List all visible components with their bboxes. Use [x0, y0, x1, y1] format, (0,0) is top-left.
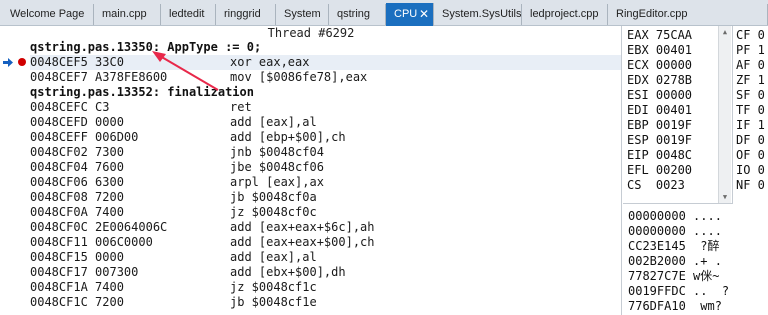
- flag-if[interactable]: IF 1: [736, 118, 765, 132]
- register-esi[interactable]: ESI 00000: [627, 88, 692, 102]
- flag-af[interactable]: AF 0: [736, 58, 765, 72]
- stack-row[interactable]: 0019FFDC .. ?: [628, 284, 729, 299]
- tab-cpu[interactable]: CPU ✕: [386, 3, 434, 26]
- annotation-arrow: [152, 51, 219, 91]
- register-ebp[interactable]: EBP 0019F: [627, 118, 692, 132]
- tab-qstring[interactable]: qstring: [329, 4, 386, 25]
- stack-row[interactable]: 776DFA10 wm?: [628, 299, 722, 314]
- register-cs[interactable]: CS 0023: [627, 178, 685, 192]
- editor-tab-bar: Welcome Page main.cpp ledtedit ringgrid …: [0, 0, 768, 26]
- tab-welcome-page[interactable]: Welcome Page: [2, 4, 94, 25]
- register-edi[interactable]: EDI 00401: [627, 103, 692, 117]
- tab-label: System.SysUtils: [442, 8, 522, 20]
- scroll-up-icon[interactable]: ▲: [719, 26, 731, 38]
- tab-ledtedit[interactable]: ledtedit: [161, 4, 216, 25]
- tab-label: qstring: [337, 8, 371, 20]
- register-ebx[interactable]: EBX 00401: [627, 43, 692, 57]
- tab-ledproject-cpp[interactable]: ledproject.cpp: [522, 4, 608, 25]
- stack-row[interactable]: 002B2000 .+ .: [628, 254, 722, 269]
- flag-cf[interactable]: CF 0: [736, 28, 765, 42]
- scroll-down-icon[interactable]: ▼: [719, 191, 731, 203]
- tab-system-sysutils[interactable]: System.SysUtils: [434, 4, 522, 25]
- flag-tf[interactable]: TF 0: [736, 103, 765, 117]
- tab-label: ringgrid: [224, 8, 261, 20]
- stack-row[interactable]: 00000000 ....: [628, 224, 722, 239]
- tab-label: System: [284, 8, 321, 20]
- flag-nf[interactable]: NF 0: [736, 178, 765, 192]
- tab-system[interactable]: System: [276, 4, 329, 25]
- stack-row[interactable]: 00000000 ....: [628, 209, 722, 224]
- registers-scrollbar[interactable]: ▲ ▼: [718, 26, 731, 203]
- disassembly-pane[interactable]: Thread #6292 qstring.pas.13350: AppType …: [0, 26, 622, 315]
- flag-sf[interactable]: SF 0: [736, 88, 765, 102]
- flag-io[interactable]: IO 0: [736, 163, 765, 177]
- stack-pane[interactable]: 00000000 .... 00000000 .... CC23E145 ?醉 …: [623, 205, 768, 315]
- flag-df[interactable]: DF 0: [736, 133, 765, 147]
- flags-pane[interactable]: CF 0 PF 1 AF 0 ZF 1 SF 0 TF 0 IF 1 DF 0 …: [732, 26, 768, 204]
- tab-label: ledtedit: [169, 8, 205, 20]
- register-efl[interactable]: EFL 00200: [627, 163, 692, 177]
- flag-zf[interactable]: ZF 1: [736, 73, 765, 87]
- tab-label: ledproject.cpp: [530, 8, 599, 20]
- tab-ringgrid[interactable]: ringgrid: [216, 4, 276, 25]
- stack-row[interactable]: CC23E145 ?醉: [628, 239, 719, 254]
- flag-of[interactable]: OF 0: [736, 148, 765, 162]
- register-eip[interactable]: EIP 0048C: [627, 148, 692, 162]
- tab-label: RingEditor.cpp: [616, 8, 688, 20]
- tab-main-cpp[interactable]: main.cpp: [94, 4, 161, 25]
- tab-label: Welcome Page: [10, 8, 85, 20]
- register-ecx[interactable]: ECX 00000: [627, 58, 692, 72]
- register-edx[interactable]: EDX 0278B: [627, 73, 692, 87]
- close-icon[interactable]: ✕: [419, 3, 429, 26]
- tab-label: main.cpp: [102, 8, 147, 20]
- stack-row[interactable]: 77827C7E w侎~: [628, 269, 719, 284]
- register-esp[interactable]: ESP 0019F: [627, 133, 692, 147]
- tab-label: CPU: [394, 8, 418, 20]
- tab-ringeditor-cpp[interactable]: RingEditor.cpp: [608, 4, 768, 25]
- flag-pf[interactable]: PF 1: [736, 43, 765, 57]
- register-eax[interactable]: EAX 75CAA: [627, 28, 692, 42]
